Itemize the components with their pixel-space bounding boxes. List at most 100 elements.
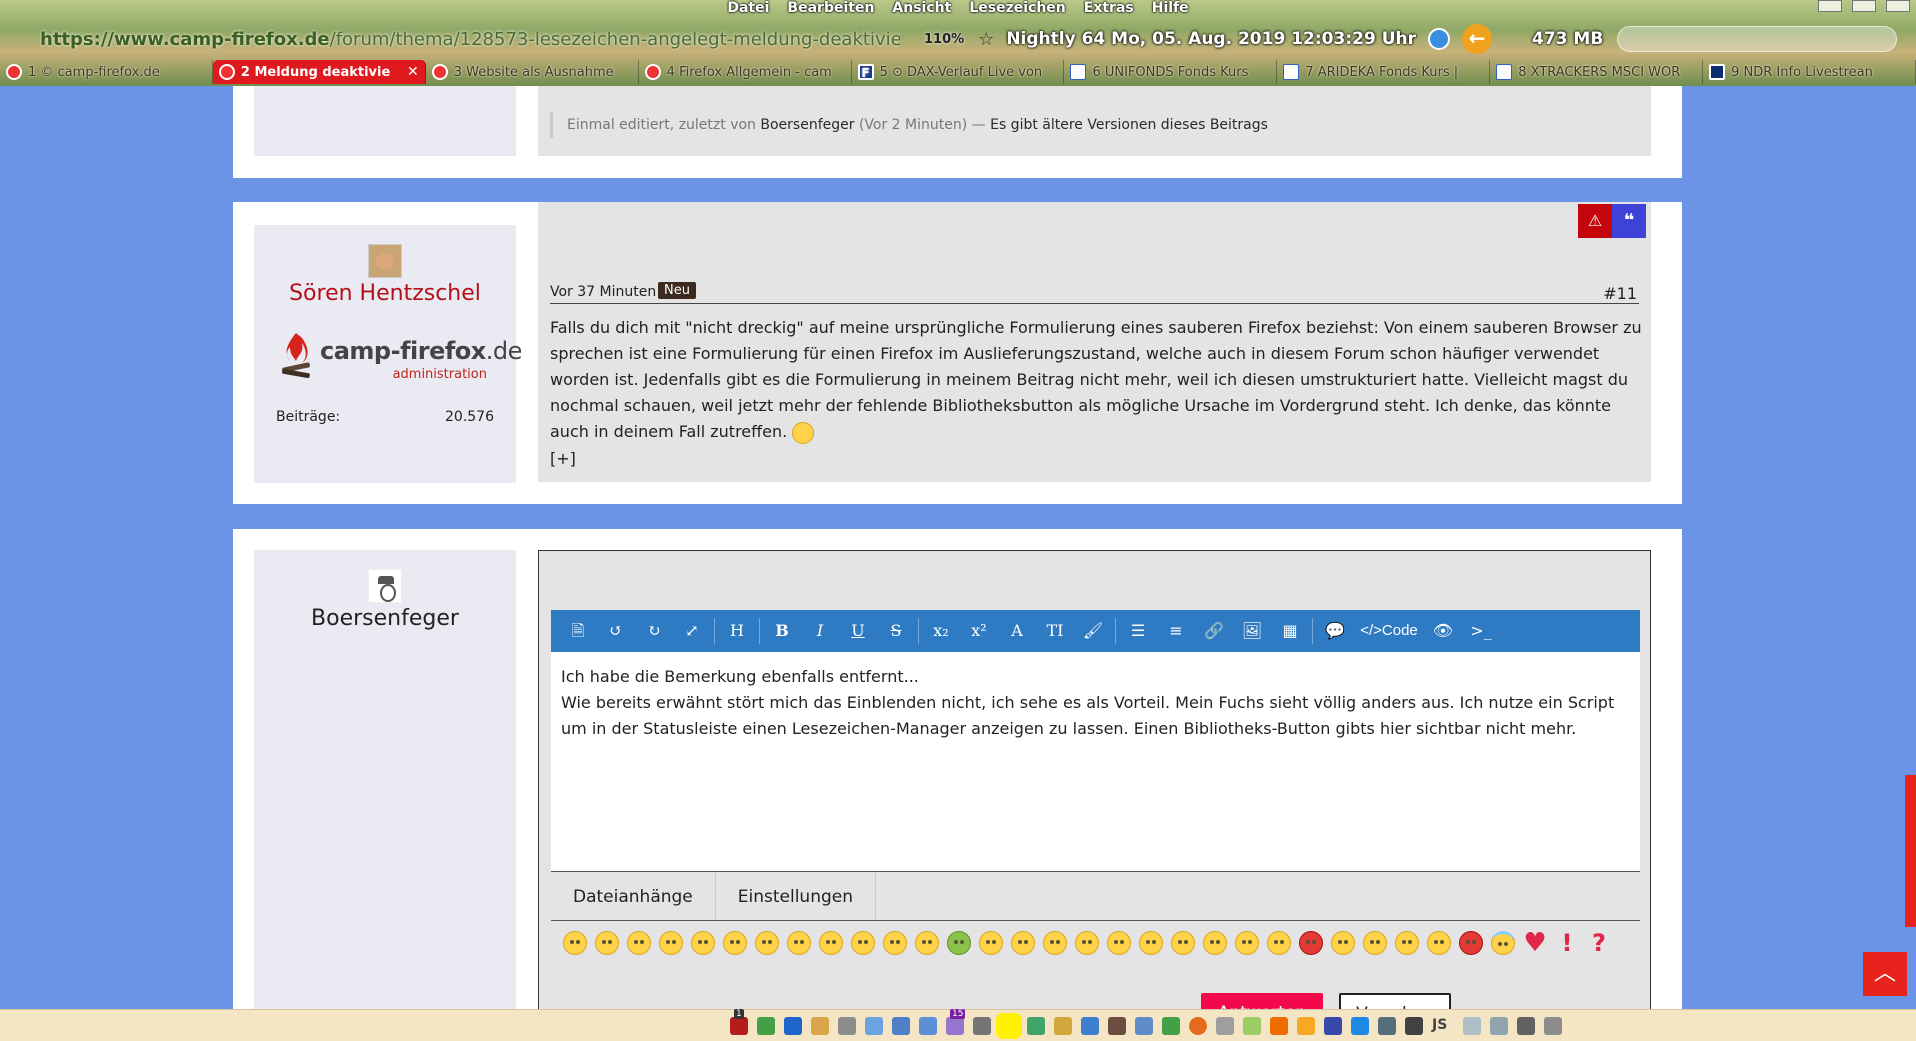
- scroll-to-top-button[interactable]: ︿: [1863, 952, 1907, 996]
- tab-3[interactable]: 3 Website als Ausnahme: [426, 60, 639, 84]
- tab-7[interactable]: 7 ARIDEKA Fonds Kurs |: [1277, 60, 1491, 84]
- key-icon[interactable]: [1517, 1016, 1535, 1035]
- tab-2[interactable]: 2 Meldung deaktivie ✕: [212, 60, 426, 84]
- thumbsup-icon[interactable]: [1363, 931, 1387, 955]
- tabs-icon[interactable]: [1297, 1016, 1315, 1035]
- italic-icon[interactable]: I: [801, 610, 839, 652]
- bookmark-star-icon[interactable]: ☆: [978, 29, 994, 50]
- refresh-icon[interactable]: [1054, 1016, 1072, 1035]
- subscript-icon[interactable]: x₂: [922, 610, 960, 652]
- scroll-indicator[interactable]: [1905, 775, 1916, 927]
- love-smiley-icon[interactable]: [1235, 931, 1259, 955]
- chart-icon[interactable]: [1490, 1016, 1508, 1035]
- align-icon[interactable]: ≡: [1157, 610, 1195, 652]
- quote-button[interactable]: ❝: [1612, 204, 1646, 238]
- superscript-icon[interactable]: x²: [960, 610, 998, 652]
- menu-hilfe[interactable]: Hilfe: [1152, 0, 1189, 16]
- redo-icon[interactable]: ↻: [635, 610, 673, 652]
- question-icon[interactable]: ?: [1587, 931, 1611, 955]
- code-button[interactable]: </>Code: [1354, 610, 1424, 652]
- green-square-icon[interactable]: [757, 1016, 775, 1035]
- neutral-smiley-icon[interactable]: [851, 931, 875, 955]
- tongue2-smiley-icon[interactable]: [883, 931, 907, 955]
- spoiler-icon[interactable]: 👁: [1424, 610, 1462, 652]
- list-icon[interactable]: ☰: [1119, 610, 1157, 652]
- mad-smiley-icon[interactable]: [1299, 931, 1323, 955]
- fullscreen-icon[interactable]: ⤢: [673, 610, 711, 652]
- tab-8[interactable]: 8 XTRACKERS MSCI WOR: [1490, 60, 1704, 84]
- astonished-smiley-icon[interactable]: [1267, 931, 1291, 955]
- expand-toggle[interactable]: [+]: [550, 449, 576, 468]
- ublock-icon[interactable]: 1: [730, 1008, 748, 1035]
- angry-smiley-icon[interactable]: [787, 931, 811, 955]
- devil-smiley-icon[interactable]: [1459, 931, 1483, 955]
- tools-icon[interactable]: [1463, 1016, 1481, 1035]
- thumbsdown-icon[interactable]: [1331, 931, 1355, 955]
- maximize-button[interactable]: [1852, 0, 1876, 12]
- font-size-icon[interactable]: TI: [1036, 610, 1074, 652]
- think-smiley-icon[interactable]: [1011, 931, 1035, 955]
- tab-5[interactable]: F 5 ⊙ DAX-Verlauf Live von: [852, 60, 1065, 84]
- post-number[interactable]: #11: [1603, 284, 1637, 303]
- menu-extras[interactable]: Extras: [1084, 0, 1134, 16]
- tab-6[interactable]: 6 UNIFONDS Fonds Kurs: [1064, 60, 1278, 84]
- screenshot-icon[interactable]: [1135, 1016, 1153, 1035]
- tongue-smiley-icon[interactable]: [659, 931, 683, 955]
- confused-smiley-icon[interactable]: [1139, 931, 1163, 955]
- reply-editor[interactable]: Ich habe die Bemerkung ebenfalls entfern…: [551, 652, 1640, 871]
- cry-smiley-icon[interactable]: [755, 931, 779, 955]
- quote-icon[interactable]: 💬: [1316, 610, 1354, 652]
- flag-icon[interactable]: [1162, 1016, 1180, 1035]
- puzzle-icon[interactable]: [973, 1016, 991, 1035]
- rolleyes-smiley-icon[interactable]: [1203, 931, 1227, 955]
- report-button[interactable]: ⚠: [1578, 204, 1612, 238]
- menu-bearbeiten[interactable]: Bearbeiten: [787, 0, 874, 16]
- username[interactable]: Sören Hentzschel: [254, 281, 516, 306]
- kiss-smiley-icon[interactable]: [819, 931, 843, 955]
- zoom-level[interactable]: 110%: [924, 32, 964, 47]
- angel-smiley-icon[interactable]: [1491, 931, 1515, 955]
- globe-icon[interactable]: [1081, 1016, 1099, 1035]
- avatar[interactable]: [368, 244, 402, 278]
- notes-icon[interactable]: [892, 1016, 910, 1035]
- v-icon[interactable]: [1324, 1016, 1342, 1035]
- heart-icon[interactable]: ♥: [1523, 930, 1547, 956]
- shocked-smiley-icon[interactable]: [915, 931, 939, 955]
- strikethrough-icon[interactable]: S: [877, 610, 915, 652]
- biggrin-smiley-icon[interactable]: [723, 931, 747, 955]
- help-icon[interactable]: [1216, 1016, 1234, 1035]
- window-icon[interactable]: [1351, 1016, 1369, 1035]
- extensions-icon[interactable]: 15: [946, 1008, 966, 1035]
- crazy-smiley-icon[interactable]: [1395, 931, 1419, 955]
- search-input[interactable]: [1617, 26, 1898, 52]
- broom-icon[interactable]: [811, 1016, 829, 1035]
- tab-4[interactable]: 4 Firefox Allgemein - cam: [639, 60, 852, 84]
- tab-close-icon[interactable]: ✕: [407, 64, 419, 80]
- sync-icon[interactable]: [1428, 28, 1450, 50]
- zoom-icon[interactable]: [1270, 1016, 1288, 1035]
- image-icon[interactable]: 🖼: [1233, 610, 1271, 652]
- home-icon[interactable]: [784, 1016, 802, 1035]
- url-field[interactable]: https://www.camp-firefox.de/forum/thema/…: [40, 29, 900, 50]
- wrench-icon[interactable]: [1243, 1016, 1261, 1035]
- sick-smiley-icon[interactable]: [947, 931, 971, 955]
- link-icon[interactable]: 🔗: [1195, 610, 1233, 652]
- clipboard-icon[interactable]: [919, 1016, 937, 1035]
- bold-icon[interactable]: B: [763, 610, 801, 652]
- post-time[interactable]: Vor 37 Minuten: [550, 284, 656, 300]
- older-versions-link[interactable]: Es gibt ältere Versionen dieses Beitrags: [990, 117, 1268, 133]
- tab-9[interactable]: 9 NDR Info Livestrean: [1703, 60, 1916, 84]
- undo-icon[interactable]: ↺: [597, 610, 635, 652]
- sidebar-icon[interactable]: [1544, 1016, 1562, 1035]
- cool-smiley-icon[interactable]: [1107, 931, 1131, 955]
- exclamation-icon[interactable]: !: [1555, 931, 1579, 955]
- html-icon[interactable]: >_: [1462, 610, 1500, 652]
- js-toggle-icon[interactable]: JS: [1432, 1017, 1454, 1035]
- table-icon[interactable]: ▦: [1271, 610, 1309, 652]
- document-icon[interactable]: [865, 1016, 883, 1035]
- close-window-button[interactable]: [1886, 0, 1910, 12]
- source-icon[interactable]: 🗎: [559, 610, 597, 652]
- back-arrow-icon[interactable]: ←: [1462, 24, 1492, 54]
- monitor-icon[interactable]: [1378, 1016, 1396, 1035]
- font-icon[interactable]: A: [998, 610, 1036, 652]
